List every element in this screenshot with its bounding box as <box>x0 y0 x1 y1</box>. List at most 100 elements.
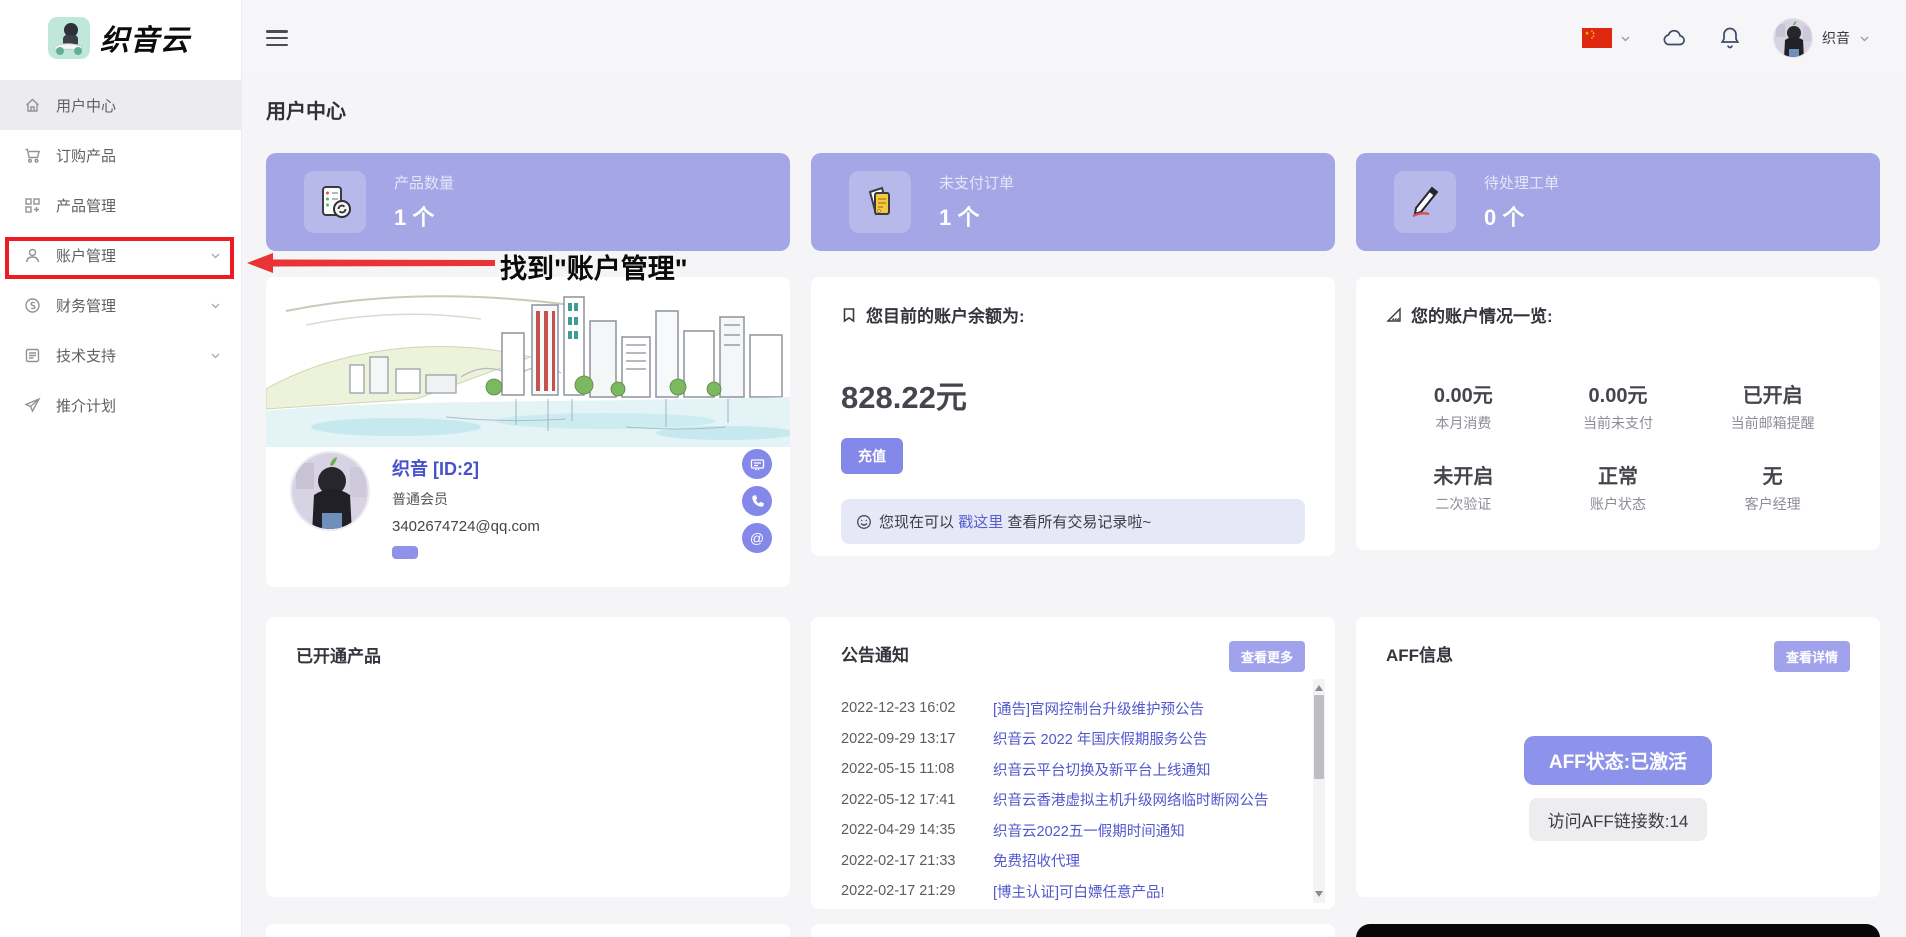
user-menu[interactable]: 织音 <box>1773 18 1870 58</box>
view-more-button[interactable]: 查看更多 <box>1229 641 1305 672</box>
stat-label: 产品数量 <box>394 172 454 193</box>
menu-toggle-icon[interactable] <box>266 30 288 46</box>
tip-suffix: 查看所有交易记录啦~ <box>1007 514 1151 531</box>
page-title: 用户中心 <box>266 95 1880 124</box>
overview-item: 正常账户状态 <box>1541 460 1696 514</box>
cart-icon <box>24 147 41 164</box>
grid-icon <box>24 197 41 214</box>
sidebar: 织音云 用户中心 订购产品 产品管理 账户管理 财务管理 技术支持 <box>0 0 242 937</box>
sidebar-item-finance-mgmt[interactable]: 财务管理 <box>0 280 241 330</box>
stat-value: 0 个 <box>1484 200 1559 232</box>
avatar <box>290 451 370 531</box>
main-content: 用户中心 产品数量 1 个 未支付订单 1 个 <box>242 76 1906 937</box>
announcements-title: 公告通知 <box>841 641 909 666</box>
overview-grid: 0.00元本月消费 0.00元当前未支付 已开启当前邮箱提醒 未开启二次验证 正… <box>1386 379 1850 514</box>
topbar: 织音 <box>242 0 1906 76</box>
scrollbar-thumb[interactable] <box>1314 695 1324 779</box>
stat-card-unpaid-orders: 未支付订单 1 个 <box>811 153 1335 251</box>
order-docs-icon <box>849 171 911 233</box>
transactions-link[interactable]: 戳这里 <box>958 514 1003 531</box>
stat-label: 未支付订单 <box>939 172 1014 193</box>
at-glyph: @ <box>750 530 764 546</box>
announcement-row[interactable]: 2022-09-29 13:17织音云 2022 年国庆假期服务公告 <box>841 724 1305 755</box>
stat-card-pending-tickets: 待处理工单 0 个 <box>1356 153 1880 251</box>
overview-item: 0.00元本月消费 <box>1386 379 1541 433</box>
scroll-down-icon[interactable] <box>1315 891 1323 899</box>
stat-value: 1 个 <box>939 200 1014 232</box>
stat-value: 1 个 <box>394 200 454 232</box>
membership-level: 普通会员 <box>392 489 540 509</box>
support-icon <box>24 347 41 364</box>
balance-card: 您目前的账户余额为: 828.22元 充值 您现在可以 戳这里 查看所有交易记录… <box>811 277 1335 556</box>
chevron-down-icon <box>210 250 221 261</box>
server-refresh-icon <box>304 171 366 233</box>
id-card-icon <box>750 457 765 472</box>
partial-card-left <box>266 924 790 937</box>
stat-card-products: 产品数量 1 个 <box>266 153 790 251</box>
finance-icon <box>24 297 41 314</box>
announcement-row[interactable]: 2022-02-17 21:29[博主认证]可白嫖任意产品! <box>841 876 1305 907</box>
sidebar-item-label: 产品管理 <box>56 195 221 216</box>
cn-flag-icon <box>1582 28 1612 48</box>
sidebar-item-label: 推介计划 <box>56 395 221 416</box>
aff-links-count: 访问AFF链接数:14 <box>1529 798 1708 841</box>
transactions-tip: 您现在可以 戳这里 查看所有交易记录啦~ <box>841 499 1305 544</box>
plane-icon <box>24 397 41 414</box>
view-details-button[interactable]: 查看详情 <box>1774 641 1850 672</box>
account-overview-card: 您的账户情况一览: 0.00元本月消费 0.00元当前未支付 已开启当前邮箱提醒… <box>1356 277 1880 550</box>
products-title: 已开通产品 <box>296 642 760 667</box>
aff-title: AFF信息 <box>1386 641 1453 666</box>
sidebar-nav: 用户中心 订购产品 产品管理 账户管理 财务管理 技术支持 推介计划 <box>0 80 241 430</box>
bell-icon[interactable] <box>1717 25 1743 51</box>
overview-item: 0.00元当前未支付 <box>1541 379 1696 433</box>
balance-amount: 828.22元 <box>841 372 1305 417</box>
profile-username[interactable]: 织音 [ID:2] <box>392 455 540 481</box>
sidebar-item-referral-plan[interactable]: 推介计划 <box>0 380 241 430</box>
announcements-scrollbar[interactable] <box>1313 679 1325 903</box>
cloud-icon[interactable] <box>1661 25 1687 51</box>
row-secondary: 已开通产品 公告通知 查看更多 2022-12-23 16:02[通告]官网控制… <box>266 617 1880 909</box>
announcements-card: 公告通知 查看更多 2022-12-23 16:02[通告]官网控制台升级维护预… <box>811 617 1335 909</box>
phone-button[interactable] <box>742 486 772 516</box>
member-badge <box>392 546 418 559</box>
smiley-icon <box>856 514 872 530</box>
brand-logo[interactable]: 织音云 <box>0 0 241 76</box>
partial-card-middle <box>811 924 1335 937</box>
row-partial <box>266 924 1880 937</box>
sidebar-item-account-mgmt[interactable]: 账户管理 <box>0 230 241 280</box>
sidebar-item-label: 财务管理 <box>56 295 210 316</box>
brand-logo-icon <box>48 17 90 59</box>
announcement-row[interactable]: 2022-05-12 17:41织音云香港虚拟主机升级网络临时断网公告 <box>841 785 1305 816</box>
contact-buttons: @ <box>742 449 772 553</box>
scroll-up-icon[interactable] <box>1315 683 1323 691</box>
announcements-list: 2022-12-23 16:02[通告]官网控制台升级维护预公告 2022-09… <box>841 693 1305 909</box>
language-selector[interactable] <box>1582 28 1631 48</box>
overview-item: 已开启当前邮箱提醒 <box>1695 379 1850 433</box>
overview-item: 未开启二次验证 <box>1386 460 1541 514</box>
pen-icon <box>1394 171 1456 233</box>
sidebar-item-tech-support[interactable]: 技术支持 <box>0 330 241 380</box>
announcement-row[interactable]: 2022-12-23 16:02[通告]官网控制台升级维护预公告 <box>841 693 1305 724</box>
announcement-row[interactable]: 2022-02-17 21:33免费招收代理 <box>841 846 1305 877</box>
email-at-button[interactable]: @ <box>742 523 772 553</box>
recharge-button[interactable]: 充值 <box>841 438 903 474</box>
stats-row: 产品数量 1 个 未支付订单 1 个 待处理工单 0 个 <box>266 153 1880 251</box>
opened-products-card: 已开通产品 <box>266 617 790 897</box>
aff-status-badge[interactable]: AFF状态:已激活 <box>1524 736 1712 785</box>
sidebar-item-user-center[interactable]: 用户中心 <box>0 80 241 130</box>
announcement-row[interactable]: 2022-04-29 14:35织音云2022五一假期时间通知 <box>841 815 1305 846</box>
profile-email: 3402674724@qq.com <box>392 518 540 535</box>
home-icon <box>24 97 41 114</box>
brand-name: 织音云 <box>100 17 190 59</box>
profile-card: 织音 [ID:2] 普通会员 3402674724@qq.com @ <box>266 277 790 587</box>
id-card-button[interactable] <box>742 449 772 479</box>
sidebar-item-order-products[interactable]: 订购产品 <box>0 130 241 180</box>
chevron-down-icon <box>210 350 221 361</box>
balance-title: 您目前的账户余额为: <box>866 302 1025 327</box>
row-primary: 织音 [ID:2] 普通会员 3402674724@qq.com @ <box>266 277 1880 587</box>
promo-banner-image[interactable] <box>1356 924 1880 937</box>
sidebar-item-product-mgmt[interactable]: 产品管理 <box>0 180 241 230</box>
sidebar-item-label: 账户管理 <box>56 245 210 266</box>
avatar <box>1773 18 1813 58</box>
announcement-row[interactable]: 2022-05-15 11:08织音云平台切换及新平台上线通知 <box>841 754 1305 785</box>
